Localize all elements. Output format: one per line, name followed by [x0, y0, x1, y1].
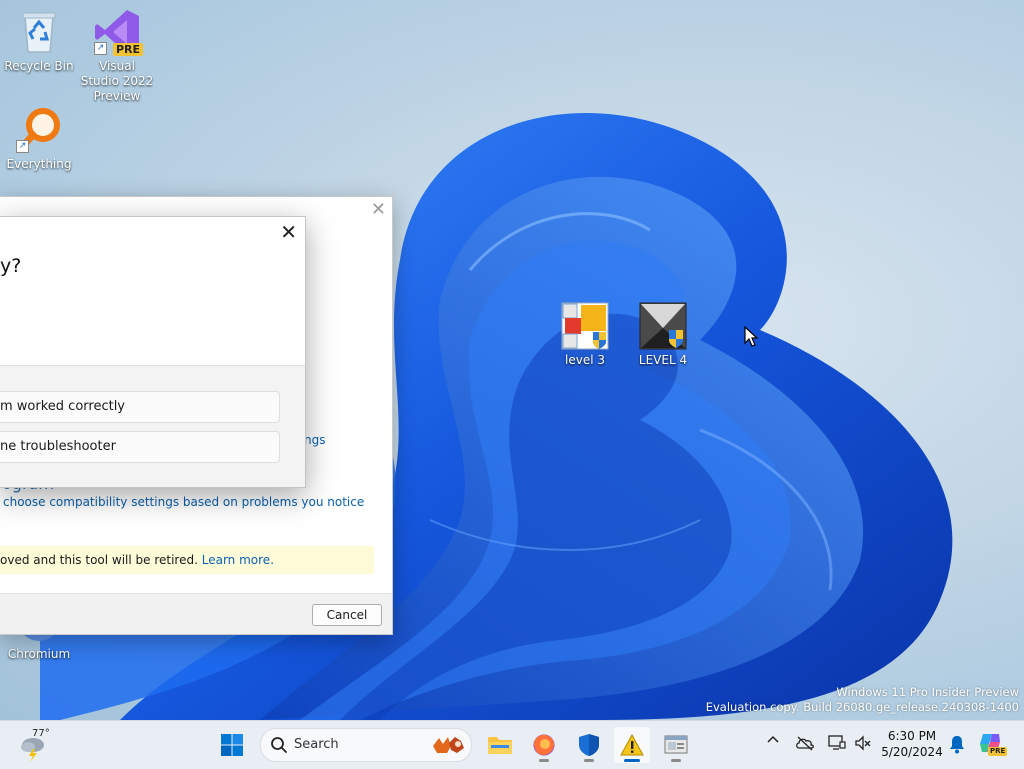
learn-more-link[interactable]: Learn more. — [202, 553, 274, 567]
windows-logo-icon — [221, 734, 243, 756]
taskbar-firefox[interactable] — [526, 727, 562, 763]
taskbar-clock[interactable]: 6:30 PM 5/20/2024 — [878, 728, 946, 760]
running-indicator — [671, 759, 681, 762]
folder-icon — [488, 737, 512, 754]
weather-temperature: 77° — [32, 728, 50, 739]
recycle-bin-icon — [15, 8, 63, 56]
firefox-icon — [533, 734, 555, 756]
dialog-question-fragment: y? — [0, 255, 22, 277]
search-icon — [271, 737, 287, 753]
taskbar-file-explorer[interactable] — [482, 727, 518, 763]
cancel-button[interactable]: Cancel — [312, 604, 382, 626]
taskbar-search-box[interactable]: Search — [260, 728, 472, 762]
shield-icon — [579, 734, 599, 756]
onedrive-offline-icon[interactable] — [795, 735, 815, 755]
pre-badge: PRE — [112, 43, 143, 56]
display-network-icon[interactable] — [828, 734, 846, 756]
search-highlight-autumn-icon — [433, 737, 464, 753]
window-footer: Cancel — [0, 593, 392, 634]
troubleshooter-feedback-dialog: ✕ y? m worked correctly ne troubleshoote… — [0, 216, 306, 488]
copilot-button[interactable]: PRE — [978, 730, 1008, 760]
volume-muted-icon[interactable] — [854, 734, 872, 756]
desktop-icon-label: Everything — [6, 157, 72, 171]
level-4-app-icon — [639, 302, 687, 350]
desktop-icon-label: level 3 — [565, 353, 605, 367]
weather-widget[interactable]: 77° — [14, 728, 58, 762]
shortcut-arrow-icon: ↗ — [16, 140, 29, 153]
show-hidden-icons-chevron-icon[interactable] — [766, 733, 780, 751]
choose-compatibility-settings-link[interactable]: choose compatibility settings based on p… — [3, 495, 364, 509]
close-icon[interactable]: ✕ — [280, 220, 297, 244]
level-3-app-icon — [561, 302, 609, 350]
options-area: m worked correctly ne troubleshooter — [0, 365, 305, 487]
close-icon[interactable]: ✕ — [371, 199, 386, 220]
taskbar-windows-security[interactable] — [571, 727, 607, 763]
shortcut-arrow-icon: ↗ — [94, 42, 107, 55]
start-button[interactable] — [214, 727, 250, 763]
taskbar-compatibility-troubleshooter[interactable] — [614, 727, 650, 763]
desktop-icon-level-4[interactable]: LEVEL 4 — [625, 302, 701, 368]
running-indicator — [539, 759, 549, 762]
visual-studio-icon: PRE ↗ — [93, 8, 143, 56]
taskbar-remote-desktop-app[interactable] — [658, 727, 694, 763]
running-indicator — [624, 759, 640, 762]
desktop-icon-label: Visual Studio 2022 Preview — [80, 59, 154, 103]
desktop: Recycle Bin PRE ↗ Visual Studio 2022 Pre… — [0, 0, 1024, 720]
notice-text: oved and this tool will be retired. — [0, 553, 198, 567]
option-program-worked[interactable]: m worked correctly — [0, 391, 280, 423]
settings-link-fragment[interactable]: ngs — [304, 433, 325, 447]
retirement-notice-banner: oved and this tool will be retired. Lear… — [0, 546, 374, 574]
notification-bell-icon[interactable] — [948, 734, 966, 758]
watermark-line-2: Evaluation copy. Build 26080.ge_release.… — [705, 700, 1019, 714]
desktop-icon-label: LEVEL 4 — [638, 353, 688, 367]
copilot-pre-badge: PRE — [988, 747, 1008, 756]
mouse-pointer-icon — [744, 326, 758, 347]
taskbar: 77° Search 6:30 PM 5/20/2024 PRE — [0, 720, 1024, 769]
everything-magnifier-icon: ↗ — [15, 106, 63, 154]
desktop-icon-label: Chromium — [7, 647, 71, 661]
desktop-icon-everything[interactable]: ↗ Everything — [1, 106, 77, 172]
running-indicator — [584, 759, 594, 762]
option-close-troubleshooter[interactable]: ne troubleshooter — [0, 431, 280, 463]
desktop-icon-label: Recycle Bin — [4, 59, 74, 73]
window-app-icon — [664, 735, 688, 754]
desktop-icon-visual-studio[interactable]: PRE ↗ Visual Studio 2022 Preview — [79, 8, 155, 104]
clock-time: 6:30 PM — [887, 729, 937, 743]
warning-icon — [620, 734, 644, 756]
watermark-line-1: Windows 11 Pro Insider Preview — [836, 685, 1019, 699]
desktop-icon-level-3[interactable]: level 3 — [547, 302, 623, 368]
search-label: Search — [294, 737, 339, 752]
clock-date: 5/20/2024 — [881, 745, 943, 759]
desktop-icon-recycle-bin[interactable]: Recycle Bin — [1, 8, 77, 74]
